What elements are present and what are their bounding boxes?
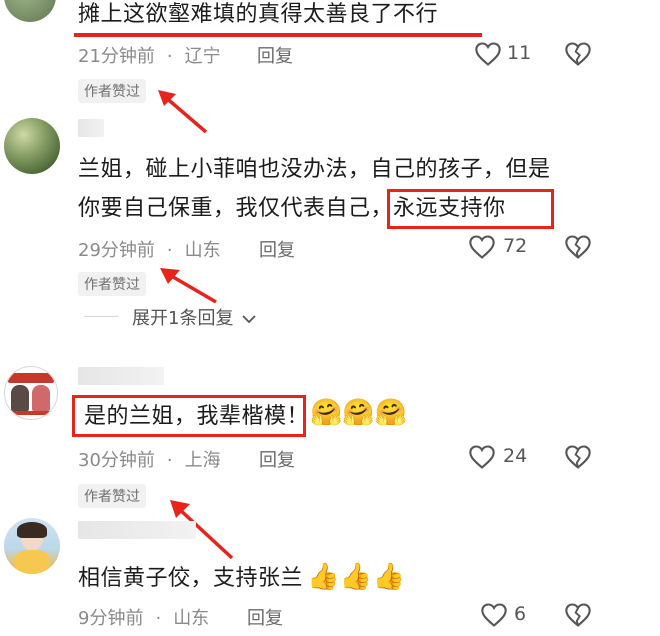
- reply-button[interactable]: 回复: [259, 236, 295, 262]
- comment-text: 相信黄子佼，支持张兰 👍👍👍: [78, 560, 406, 597]
- divider: [84, 316, 118, 317]
- comment-meta: 29分钟前 · 山东: [78, 240, 221, 261]
- red-arrow-annotation: [160, 268, 217, 304]
- comment-time: 30分钟前: [78, 450, 155, 471]
- like-count: 24: [503, 445, 528, 467]
- author-liked-badge: 作者赞过: [78, 272, 146, 296]
- like-button[interactable]: 24: [468, 443, 538, 471]
- thumbs-up-emoji: 👍: [339, 562, 373, 592]
- comment-location: 上海: [184, 450, 221, 471]
- reply-button[interactable]: 回复: [259, 446, 295, 472]
- avatar[interactable]: [4, 0, 56, 22]
- like-count: 6: [514, 603, 527, 625]
- like-count: 72: [503, 235, 528, 257]
- comment-time: 9分钟前: [78, 608, 144, 629]
- thumbs-up-emoji: 👍: [372, 562, 406, 592]
- comment-location: 山东: [184, 240, 221, 261]
- broken-heart-icon[interactable]: [564, 41, 592, 67]
- highlight-underline: [74, 33, 482, 37]
- thumbs-up-emoji: 👍: [307, 562, 340, 592]
- red-arrow-annotation: [158, 90, 208, 134]
- comment-text-part: 相信黄子佼，支持张兰: [78, 566, 304, 591]
- comment-time: 29分钟前: [78, 240, 155, 261]
- highlight-box: [387, 189, 554, 229]
- comment-text-part: 你要自己保重，我仅代表自己: [78, 196, 371, 221]
- author-liked-badge: 作者赞过: [78, 79, 146, 103]
- like-button[interactable]: 72: [468, 233, 538, 261]
- emoji-group: 🤗🤗🤗: [310, 398, 407, 428]
- highlight-box: [72, 395, 306, 437]
- avatar[interactable]: [4, 518, 60, 574]
- broken-heart-icon[interactable]: [564, 444, 592, 470]
- username[interactable]: [78, 521, 196, 539]
- avatar[interactable]: [4, 366, 58, 420]
- broken-heart-icon[interactable]: [564, 602, 592, 628]
- comment-time: 21分钟前: [78, 46, 155, 67]
- reply-button[interactable]: 回复: [247, 604, 283, 630]
- hugging-emoji: 🤗: [374, 398, 408, 428]
- username[interactable]: [78, 367, 164, 385]
- heart-outline-icon: [481, 603, 507, 627]
- comment-text-line1: 兰姐，碰上小菲咱也没办法，自己的孩子，但是: [78, 157, 551, 182]
- comment-text: 摊上这欲壑难填的真得太善良了不行: [78, 2, 439, 27]
- heart-outline-icon: [469, 445, 495, 469]
- comment-meta: 9分钟前 · 山东: [78, 608, 210, 629]
- like-count: 11: [507, 42, 532, 64]
- comment-location: 辽宁: [184, 46, 221, 67]
- broken-heart-icon[interactable]: [564, 234, 592, 260]
- comment-location: 山东: [173, 608, 210, 629]
- comment-meta: 21分钟前 · 辽宁: [78, 46, 221, 67]
- reply-button[interactable]: 回复: [257, 42, 293, 68]
- author-liked-badge: 作者赞过: [78, 484, 146, 508]
- expand-replies-label: 展开1条回复: [132, 308, 234, 329]
- expand-replies-button[interactable]: 展开1条回复: [132, 304, 257, 330]
- hugging-emoji: 🤗: [310, 398, 343, 428]
- avatar[interactable]: [4, 118, 60, 174]
- chevron-down-icon: [242, 315, 256, 324]
- like-button[interactable]: 11: [474, 40, 534, 68]
- comment-meta: 30分钟前 · 上海: [78, 450, 221, 471]
- like-button[interactable]: 6: [480, 601, 540, 629]
- hugging-emoji: 🤗: [342, 398, 375, 428]
- heart-outline-icon: [475, 42, 501, 66]
- heart-outline-icon: [469, 235, 495, 259]
- username[interactable]: [78, 119, 104, 137]
